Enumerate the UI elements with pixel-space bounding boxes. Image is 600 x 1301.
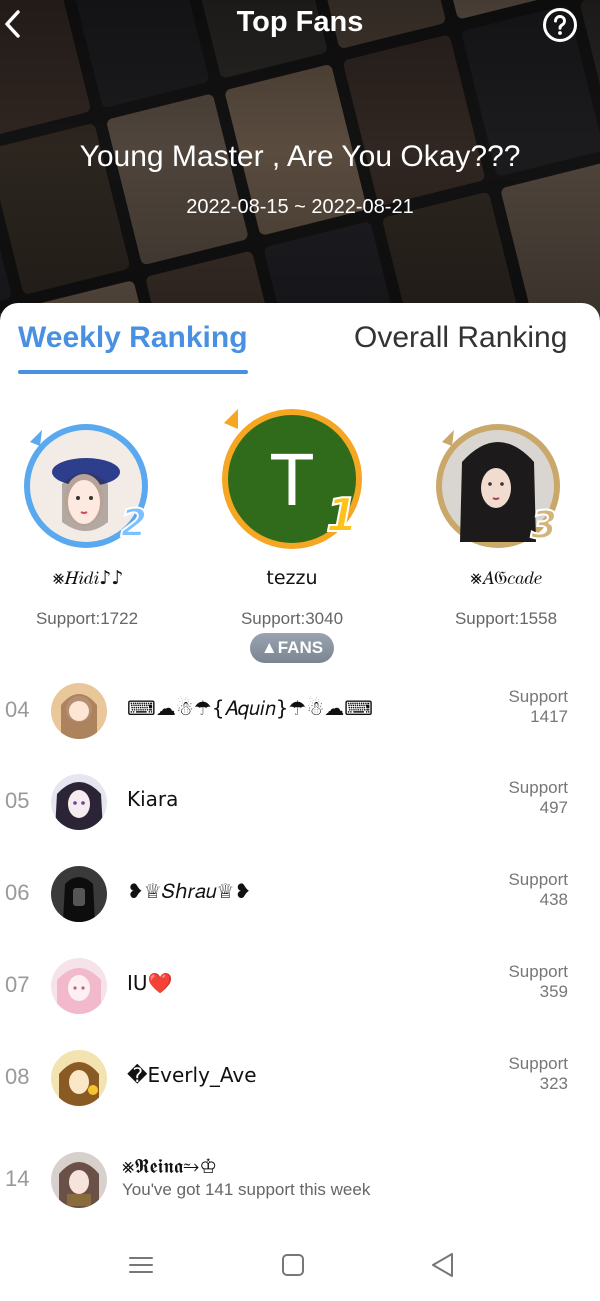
fan-name: Kiara	[127, 787, 179, 811]
podium-first-name: tezzu	[266, 567, 318, 589]
support-value: 323	[539, 1074, 568, 1093]
rank-2-badge: 2	[120, 502, 148, 542]
nav-home-button[interactable]	[278, 1250, 308, 1280]
svg-text:1: 1	[326, 488, 358, 537]
support-value: 1417	[530, 707, 568, 726]
ranking-row[interactable]: 05 Kiara Support 497	[0, 762, 600, 842]
avatar	[51, 683, 107, 739]
support-value: 497	[539, 798, 568, 817]
header-banner: Top Fans Young Master , Are You Okay??? …	[0, 0, 600, 330]
podium-second-name: ⨳𝐻𝑖𝑑𝑖♪♪	[52, 567, 124, 589]
avatar	[51, 866, 107, 922]
podium-third-name: ⨳𝐴𝔊𝑐𝑎𝑑𝑒	[470, 567, 542, 589]
podium-third-support: Support:1558	[454, 609, 558, 628]
avatar	[51, 774, 107, 830]
support-value: 359	[539, 982, 568, 1001]
help-button[interactable]	[542, 7, 577, 42]
question-circle-icon	[543, 8, 577, 42]
triangle-back-icon	[432, 1253, 453, 1277]
avatar-third[interactable]: 3	[432, 422, 572, 556]
square-icon	[282, 1254, 304, 1276]
tab-weekly-ranking[interactable]: Weekly Ranking	[18, 321, 248, 355]
fan-name: ⌨☁☃☂{𝐴𝑞𝑢𝑖𝑛}☂☃☁⌨	[127, 696, 374, 720]
nav-menu-button[interactable]	[126, 1250, 156, 1280]
my-support-message: You've got 141 support this week	[122, 1180, 371, 1199]
tab-overall-ranking[interactable]: Overall Ranking	[354, 321, 567, 355]
svg-text:2: 2	[121, 502, 147, 542]
support-value: 438	[539, 890, 568, 909]
fan-name: IU❤️	[127, 971, 173, 995]
nav-back-button[interactable]	[428, 1250, 458, 1280]
avatar	[51, 1050, 107, 1106]
ranking-row[interactable]: 04 ⌨☁☃☂{𝐴𝑞𝑢𝑖𝑛}☂☃☁⌨ Support 1417	[0, 671, 600, 751]
my-name: ⨳𝕽𝖊𝖎𝖓𝖆⥲♔	[122, 1154, 218, 1178]
rank-3-badge: 3	[530, 504, 558, 544]
avatar-second[interactable]: 2	[20, 422, 160, 556]
book-title: Young Master , Are You Okay???	[79, 140, 521, 173]
my-ranking-row: 14 ⨳𝕽𝖊𝖎𝖓𝖆⥲♔ You've got 141 support this …	[0, 1140, 600, 1220]
ranking-row[interactable]: 06 ❥♕𝑆ℎ𝑟𝑎𝑢♕❥ Support 438	[0, 854, 600, 934]
system-nav-bar	[0, 1232, 600, 1301]
date-range: 2022-08-15 ~ 2022-08-21	[186, 196, 414, 218]
menu-icon	[129, 1257, 153, 1273]
svg-text:3: 3	[531, 504, 557, 544]
page-title: Top Fans	[236, 6, 364, 38]
avatar	[51, 958, 107, 1014]
avatar-first[interactable]: T 1	[220, 405, 370, 559]
active-tab-indicator	[18, 370, 248, 374]
top-bar: Top Fans	[0, 0, 600, 50]
ranking-row[interactable]: 07 IU❤️ Support 359	[0, 946, 600, 1026]
rank-1-badge: 1	[325, 487, 359, 537]
triangle-up-icon: ▲	[260, 638, 278, 657]
podium-second-support: Support:1722	[35, 609, 139, 628]
svg-text:T: T	[269, 438, 314, 521]
fan-name: ❥♕𝑆ℎ𝑟𝑎𝑢♕❥	[127, 879, 252, 903]
ranking-row[interactable]: 08 �Everly_Ave Support 323	[0, 1038, 600, 1118]
fans-badge-button[interactable]: ▲FANS	[250, 633, 334, 663]
avatar	[51, 1152, 107, 1208]
fan-name: �Everly_Ave	[127, 1063, 257, 1087]
podium-first-support: Support:3040	[240, 609, 344, 628]
